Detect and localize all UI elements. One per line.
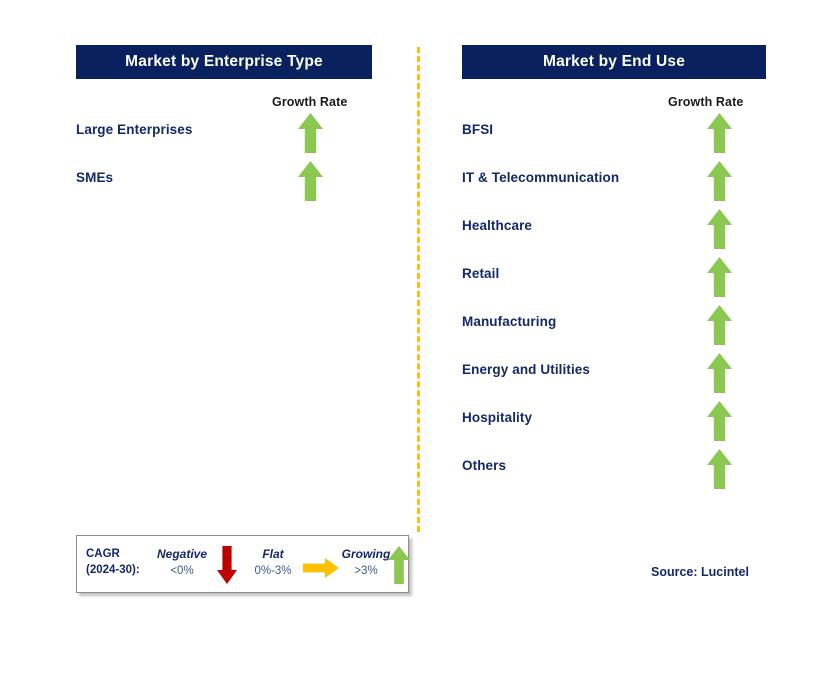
legend-term: Negative	[156, 547, 208, 561]
infographic-canvas: Market by Enterprise Type Growth Rate La…	[0, 0, 829, 677]
legend-range: <0%	[170, 565, 194, 577]
legend-cagr-line2: (2024-30):	[86, 564, 140, 576]
panel-end-use: Market by End Use Growth Rate BFSI IT & …	[462, 0, 766, 489]
row-label: Hospitality	[462, 410, 533, 425]
arrow-down-icon	[216, 545, 238, 585]
arrow-up-icon	[706, 352, 733, 394]
row-label: IT & Telecommunication	[462, 170, 620, 185]
panel-title-end-use: Market by End Use	[462, 45, 766, 79]
legend-term: Flat	[262, 547, 284, 561]
legend-cagr-label: CAGR (2024-30):	[86, 546, 140, 578]
growth-rate-header-right: Growth Rate	[668, 95, 744, 109]
arrow-up-icon	[706, 160, 733, 202]
row-label: SMEs	[76, 170, 114, 185]
legend-cagr-line1: CAGR	[86, 548, 120, 560]
panel-title-enterprise-type: Market by Enterprise Type	[76, 45, 372, 79]
arrow-up-icon	[387, 545, 411, 585]
arrow-up-icon	[706, 400, 733, 442]
arrow-up-icon	[297, 160, 324, 202]
row-label: Energy and Utilities	[462, 362, 591, 377]
table-row: Others	[462, 449, 766, 506]
legend-item-flat: Flat 0%-3%	[237, 547, 309, 579]
table-row: SMEs	[76, 161, 372, 218]
row-label: BFSI	[462, 122, 494, 137]
rows-enterprise-type: Large Enterprises SMEs	[76, 113, 372, 218]
growth-rate-header-left: Growth Rate	[272, 95, 348, 109]
panel-enterprise-type: Market by Enterprise Type Growth Rate La…	[76, 0, 372, 201]
legend-item-negative: Negative <0%	[143, 547, 221, 579]
source-label: Source: Lucintel	[651, 565, 749, 579]
arrow-up-icon	[706, 304, 733, 346]
row-label: Others	[462, 458, 507, 473]
row-label: Healthcare	[462, 218, 533, 233]
row-label: Large Enterprises	[76, 122, 193, 137]
legend-range: 0%-3%	[254, 565, 292, 577]
arrow-up-icon	[706, 208, 733, 250]
arrow-up-icon	[706, 256, 733, 298]
legend-box: CAGR (2024-30): Negative <0% Flat 0%-3%	[76, 535, 411, 593]
arrow-up-icon	[297, 112, 324, 154]
row-label: Manufacturing	[462, 314, 557, 329]
row-label: Retail	[462, 266, 500, 281]
rows-end-use: BFSI IT & Telecommunication Healthcare R…	[462, 113, 766, 506]
arrow-up-icon	[706, 112, 733, 154]
table-row: Large Enterprises	[76, 113, 372, 170]
vertical-dashed-divider	[417, 47, 420, 532]
arrow-up-icon	[706, 448, 733, 490]
